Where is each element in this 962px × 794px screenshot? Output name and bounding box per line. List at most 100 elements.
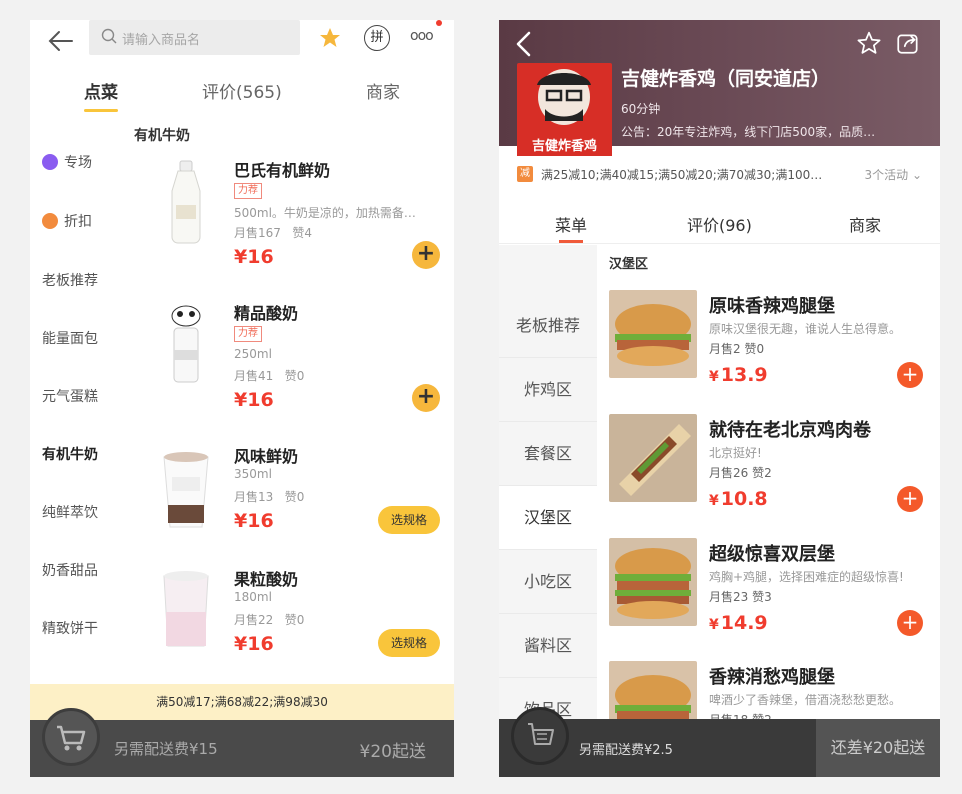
right-category-sidebar: 老板推荐 炸鸡区 套餐区 汉堡区 小吃区 酱料区 饮品区 — [499, 245, 597, 777]
product-name: 香辣消愁鸡腿堡 — [709, 667, 835, 688]
tab-reviews[interactable]: 评价(96) — [687, 212, 752, 236]
section-title: 有机牛奶 — [134, 128, 190, 144]
tab-merchant[interactable]: 商家 — [366, 78, 400, 103]
discount-icon — [42, 213, 58, 229]
sidebar-item-sauce[interactable]: 酱料区 — [499, 614, 597, 678]
select-spec-button[interactable]: 选规格 — [378, 629, 440, 657]
product-name: 巴氏有机鲜奶 — [234, 161, 331, 180]
recommend-tag: 力荐 — [234, 183, 262, 199]
product-image — [150, 443, 222, 533]
sidebar-item-discount[interactable]: 折扣 — [42, 211, 92, 231]
product-image — [150, 566, 222, 656]
product-desc: 原味汉堡很无趣，谁说人生总得意。 — [709, 322, 902, 336]
tab-reviews[interactable]: 评价(565) — [202, 78, 282, 103]
list-item[interactable]: 精品酸奶 力荐 250ml 月售41 赞0 ¥16 + — [134, 300, 454, 420]
list-item[interactable]: 巴氏有机鲜奶 力荐 500ml。牛奶是凉的，加热需备… 月售167 赞4 ¥16… — [134, 157, 454, 277]
product-name: 原味香辣鸡腿堡 — [709, 296, 835, 317]
group-buy-icon[interactable]: 拼 — [364, 25, 390, 51]
list-item[interactable]: 超级惊喜双层堡 鸡胸+鸡腿，选择困难症的超级惊喜! 月售23 赞3 ¥14.9 … — [607, 538, 940, 662]
product-price: ¥13.9 — [709, 364, 768, 386]
chevron-down-icon: ⌄ — [911, 168, 922, 182]
tab-menu[interactable]: 菜单 — [555, 212, 587, 236]
product-price: ¥16 — [234, 633, 274, 655]
back-chevron-icon[interactable] — [513, 30, 535, 62]
add-to-cart-button[interactable]: + — [897, 610, 923, 636]
product-sales: 月售23 赞3 — [709, 590, 772, 604]
notification-dot — [436, 20, 442, 26]
sidebar-item-drinks[interactable]: 纯鲜萃饮 — [42, 502, 98, 522]
list-item[interactable]: 原味香辣鸡腿堡 原味汉堡很无趣，谁说人生总得意。 月售2 赞0 ¥13.9 + — [607, 290, 940, 414]
sidebar-item-dessert[interactable]: 奶香甜品 — [42, 560, 98, 580]
product-price: ¥10.8 — [709, 488, 768, 510]
left-tabs: 点菜 评价(565) 商家 — [30, 72, 454, 112]
sidebar-item-cake[interactable]: 元气蛋糕 — [42, 386, 98, 406]
select-spec-button[interactable]: 选规格 — [378, 506, 440, 534]
product-sales: 月售2 赞0 — [709, 342, 765, 356]
minimum-order[interactable]: 还差¥20起送 — [816, 719, 940, 777]
product-desc: 北京挺好! — [709, 446, 762, 460]
sidebar-item-boss-pick[interactable]: 老板推荐 — [42, 270, 98, 290]
activity-count[interactable]: 3个活动 ⌄ — [864, 166, 922, 183]
discount-text: 满25减10;满40减15;满50减20;满70减30;满100… — [541, 168, 823, 182]
cart-icon[interactable] — [511, 707, 569, 765]
product-name: 果粒酸奶 — [234, 570, 299, 589]
sidebar-item-boss-pick[interactable]: 老板推荐 — [499, 294, 597, 358]
sidebar-item-fried-chicken[interactable]: 炸鸡区 — [499, 358, 597, 422]
product-name: 就待在老北京鸡肉卷 — [709, 420, 871, 441]
product-price: ¥16 — [234, 389, 274, 411]
cart-icon[interactable] — [42, 708, 100, 766]
share-icon[interactable] — [895, 30, 921, 60]
product-price: ¥14.9 — [709, 612, 768, 634]
add-to-cart-button[interactable]: + — [897, 486, 923, 512]
active-tab-indicator — [559, 240, 583, 243]
favorite-star-icon[interactable] — [318, 26, 342, 54]
tab-merchant[interactable]: 商家 — [849, 212, 881, 236]
add-to-cart-button[interactable]: + — [897, 362, 923, 388]
shop-notice[interactable]: 公告：20年专注炸鸡，线下门店500家，品质… — [621, 123, 875, 140]
special-icon — [42, 154, 58, 170]
left-top-bar: 请输入商品名 拼 ooo — [30, 20, 454, 64]
right-tabs: 菜单 评价(96) 商家 — [499, 198, 940, 244]
product-desc: 250ml — [234, 347, 272, 361]
product-sales: 月售41 赞0 — [234, 369, 305, 383]
list-item[interactable]: 就待在老北京鸡肉卷 北京挺好! 月售26 赞2 ¥10.8 + — [607, 414, 940, 538]
delivery-fee: 另需配送费¥15 — [114, 740, 218, 758]
list-item[interactable]: 果粒酸奶 180ml 月售22 赞0 ¥16 选规格 — [134, 566, 454, 686]
product-name: 超级惊喜双层堡 — [709, 544, 835, 565]
add-to-cart-button[interactable]: + — [412, 384, 440, 412]
right-app-screen: 吉健炸香鸡（同安道店） 60分钟 公告：20年专注炸鸡，线下门店500家，品质…… — [499, 20, 940, 777]
product-image — [609, 414, 697, 502]
product-image — [609, 290, 697, 378]
product-image — [156, 157, 216, 247]
delivery-time: 60分钟 — [621, 102, 661, 116]
cart-bar: 另需配送费¥15 ¥20起送 — [30, 708, 454, 777]
discount-row[interactable]: 减 满25减10;满40减15;满50减20;满70减30;满100… 3个活动… — [499, 156, 940, 192]
delivery-fee: 另需配送费¥2.5 — [579, 743, 673, 758]
list-item[interactable]: 风味鲜奶 350ml 月售13 赞0 ¥16 选规格 — [134, 443, 454, 563]
product-name: 精品酸奶 — [234, 304, 299, 323]
product-desc: 500ml。牛奶是凉的，加热需备… — [234, 206, 416, 220]
sidebar-item-special[interactable]: 专场 — [42, 152, 92, 172]
favorite-star-icon[interactable] — [856, 30, 882, 60]
sidebar-item-milk[interactable]: 有机牛奶 — [42, 444, 98, 464]
sidebar-item-biscuits[interactable]: 精致饼干 — [42, 618, 98, 638]
product-sales: 月售26 赞2 — [709, 466, 772, 480]
sidebar-item-combo[interactable]: 套餐区 — [499, 422, 597, 486]
sidebar-item-bread[interactable]: 能量面包 — [42, 328, 98, 348]
sidebar-item-burger[interactable]: 汉堡区 — [499, 486, 597, 550]
sidebar-item-snack[interactable]: 小吃区 — [499, 550, 597, 614]
left-app-screen: 请输入商品名 拼 ooo 点菜 评价(565) 商家 专场 折扣 老板推荐 能量… — [30, 20, 454, 777]
minimum-order[interactable]: ¥20起送 — [360, 737, 426, 762]
section-title: 汉堡区 — [609, 257, 649, 272]
product-price: ¥16 — [234, 510, 274, 532]
left-category-sidebar: 专场 折扣 老板推荐 能量面包 元气蛋糕 有机牛奶 纯鲜萃饮 奶香甜品 精致饼干 — [30, 112, 130, 742]
tab-order[interactable]: 点菜 — [84, 78, 118, 103]
product-desc: 350ml — [234, 467, 272, 481]
search-placeholder: 请输入商品名 — [122, 33, 201, 48]
search-input[interactable]: 请输入商品名 — [89, 20, 300, 55]
add-to-cart-button[interactable]: + — [412, 241, 440, 269]
more-icon[interactable]: ooo — [410, 28, 434, 44]
product-sales: 月售167 赞4 — [234, 226, 312, 240]
back-arrow-icon[interactable] — [46, 26, 76, 56]
logo-text: 吉健炸香鸡 — [531, 139, 597, 154]
